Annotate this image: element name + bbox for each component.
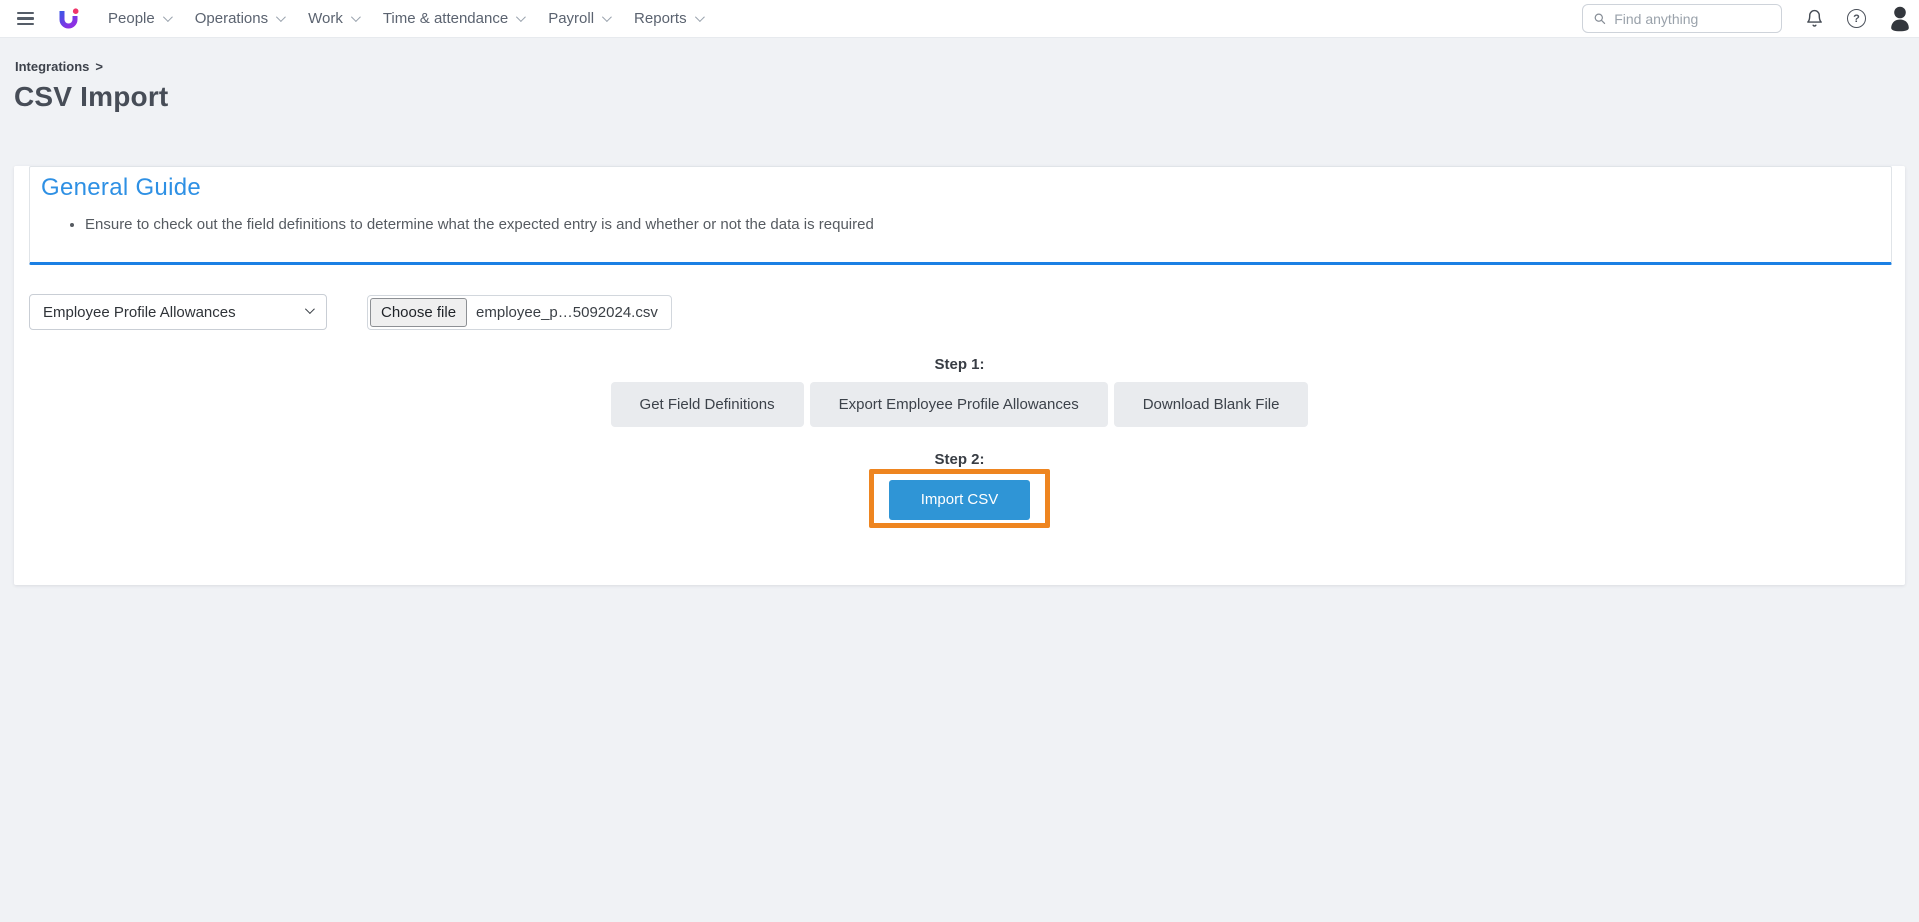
account-avatar[interactable] (1889, 5, 1911, 32)
nav-label: Work (308, 10, 343, 27)
brand-logo[interactable] (57, 5, 80, 32)
selected-file-name: employee_p…5092024.csv (476, 304, 658, 321)
nav-item-operations[interactable]: Operations (195, 10, 283, 27)
import-csv-button[interactable]: Import CSV (889, 480, 1030, 520)
general-guide-heading: General Guide (41, 174, 1875, 202)
nav-item-people[interactable]: People (108, 10, 170, 27)
general-guide-list: Ensure to check out the field definition… (41, 215, 1875, 235)
chevron-down-icon (351, 12, 361, 22)
import-type-select-wrap: Employee Profile Allowances (29, 294, 327, 330)
brand-logo-icon (57, 5, 80, 32)
nav-label: Reports (634, 10, 687, 27)
topbar-right-controls: ? (1582, 4, 1911, 33)
annotation-highlight-box: Import CSV (869, 469, 1050, 528)
general-guide-bullet: Ensure to check out the field definition… (85, 215, 1875, 235)
general-guide-panel: General Guide Ensure to check out the fi… (29, 166, 1892, 265)
chevron-down-icon (516, 12, 526, 22)
download-blank-file-button[interactable]: Download Blank File (1114, 382, 1309, 427)
help-button[interactable]: ? (1847, 9, 1866, 28)
nav-item-payroll[interactable]: Payroll (548, 10, 609, 27)
avatar-icon (1889, 5, 1911, 32)
csv-import-card: General Guide Ensure to check out the fi… (14, 166, 1905, 585)
bell-icon (1805, 8, 1824, 29)
nav-label: Payroll (548, 10, 594, 27)
breadcrumb-integrations-link[interactable]: Integrations (15, 59, 89, 74)
import-type-select[interactable]: Employee Profile Allowances (29, 294, 327, 330)
hamburger-menu-icon[interactable] (17, 12, 34, 26)
steps-section: Step 1: Get Field Definitions Export Emp… (14, 356, 1905, 528)
step1-buttons-row: Get Field Definitions Export Employee Pr… (14, 382, 1905, 427)
nav-item-work[interactable]: Work (308, 10, 358, 27)
get-field-definitions-button[interactable]: Get Field Definitions (611, 382, 804, 427)
chevron-down-icon (602, 12, 612, 22)
nav-item-reports[interactable]: Reports (634, 10, 702, 27)
global-search[interactable] (1582, 4, 1782, 33)
notifications-button[interactable] (1805, 8, 1824, 29)
help-icon: ? (1847, 9, 1866, 28)
top-navigation-bar: People Operations Work Time & attendance… (0, 0, 1919, 38)
chevron-down-icon (163, 12, 173, 22)
page-title: CSV Import (14, 81, 1919, 113)
nav-item-time-attendance[interactable]: Time & attendance (383, 10, 523, 27)
step1-label: Step 1: (14, 356, 1905, 373)
choose-file-button[interactable]: Choose file (370, 298, 467, 327)
file-input: Choose file employee_p…5092024.csv (367, 295, 672, 330)
nav-label: Operations (195, 10, 268, 27)
breadcrumb: Integrations > (0, 38, 1919, 74)
export-employee-profile-allowances-button[interactable]: Export Employee Profile Allowances (810, 382, 1108, 427)
import-form-row: Employee Profile Allowances Choose file … (29, 294, 1905, 330)
search-input[interactable] (1614, 11, 1773, 27)
chevron-down-icon (276, 12, 286, 22)
step2-label: Step 2: (14, 451, 1905, 468)
nav-label: Time & attendance (383, 10, 508, 27)
main-nav: People Operations Work Time & attendance… (108, 10, 702, 27)
chevron-down-icon (695, 12, 705, 22)
search-icon (1593, 11, 1606, 26)
breadcrumb-separator: > (95, 59, 103, 74)
nav-label: People (108, 10, 155, 27)
